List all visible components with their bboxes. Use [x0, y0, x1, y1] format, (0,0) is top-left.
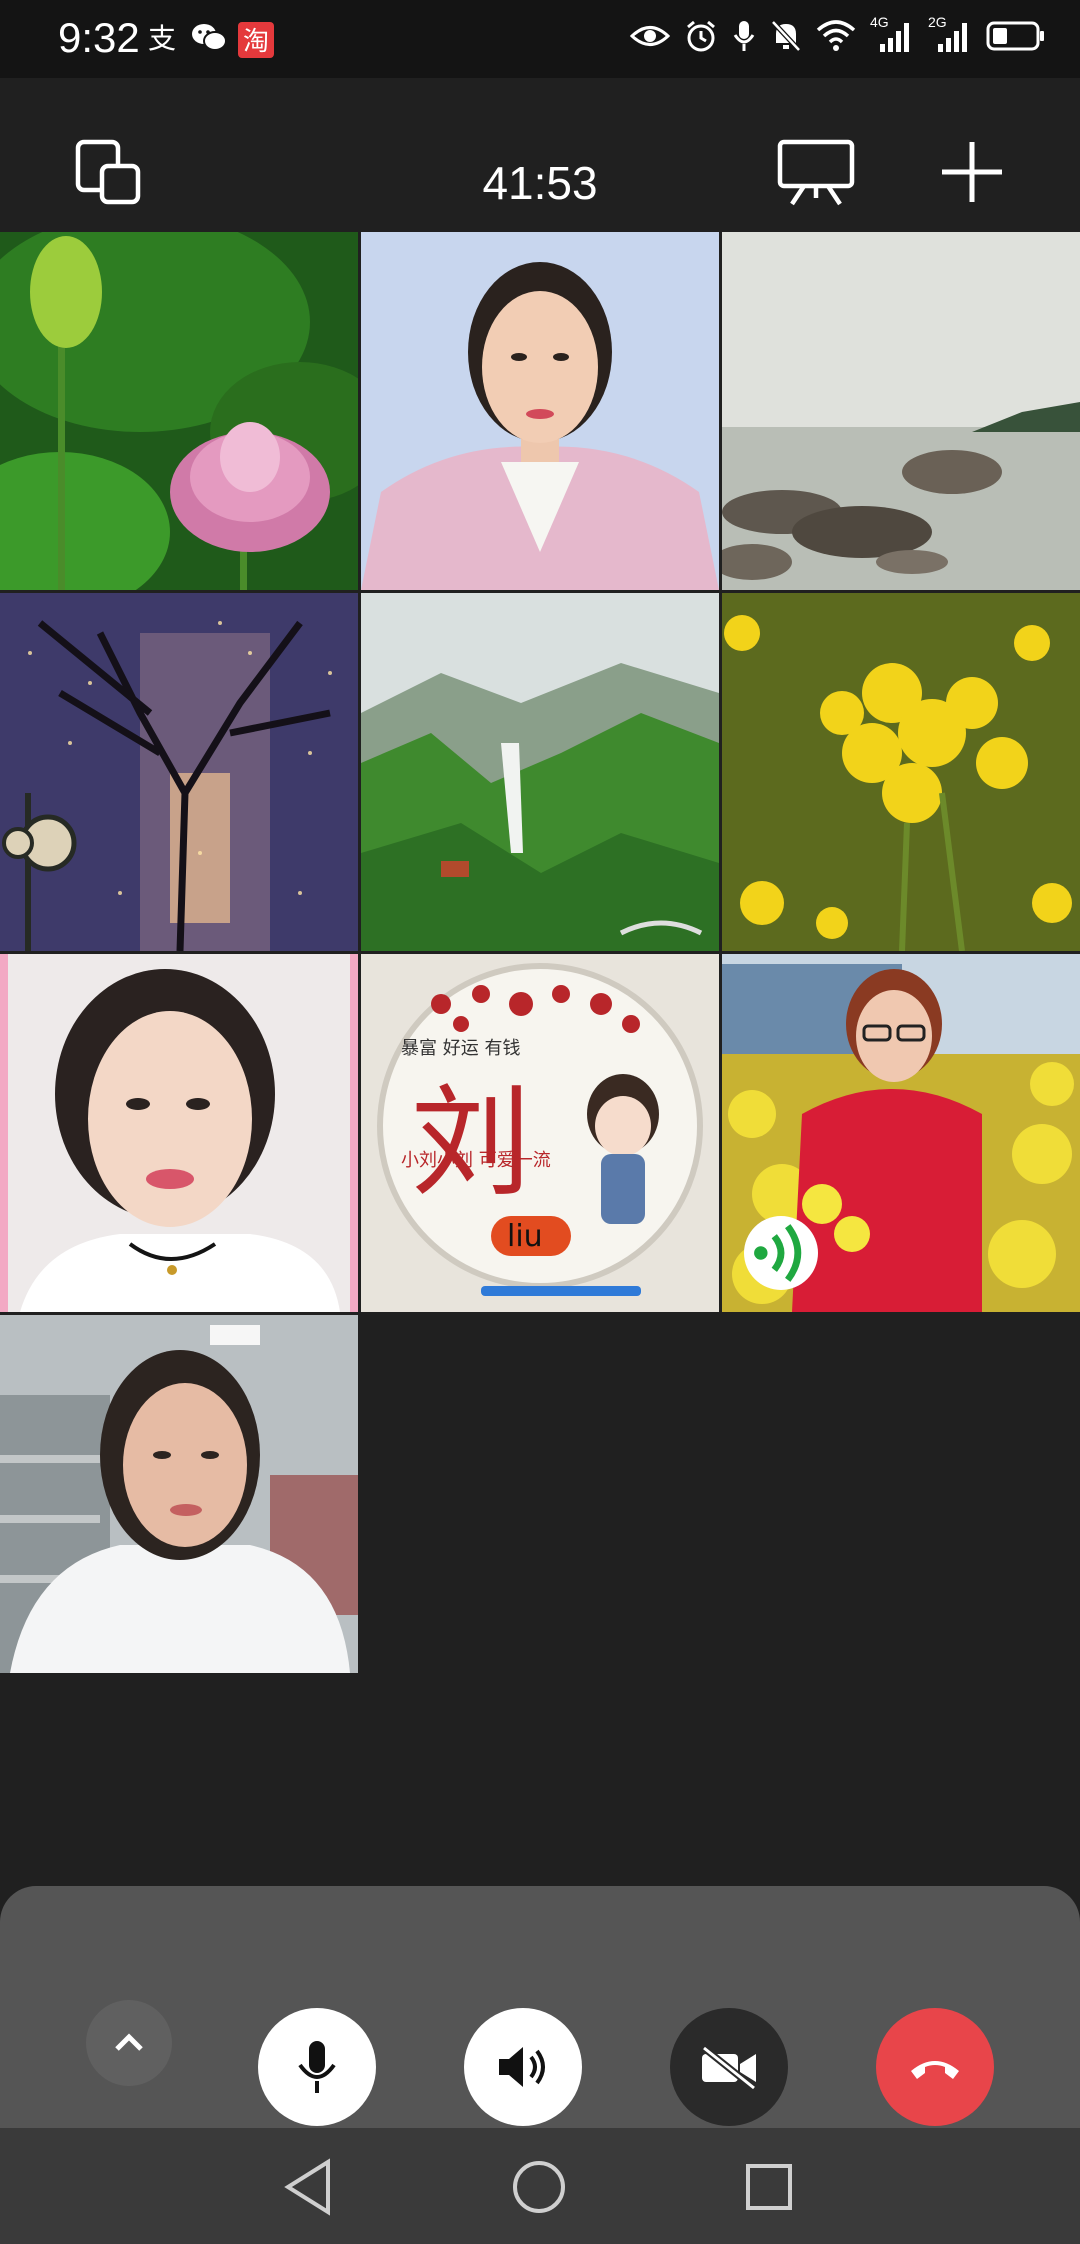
alipay-icon: 支 — [146, 20, 180, 59]
svg-text:支: 支 — [148, 22, 176, 54]
participant-tile[interactable] — [722, 593, 1080, 951]
badge-name: liu — [507, 1219, 543, 1254]
participant-tile[interactable] — [0, 232, 358, 590]
home-icon[interactable] — [508, 2156, 570, 2218]
call-control-panel — [0, 1886, 1080, 2128]
status-bar: 9:32 支 淘 4G 2G — [0, 0, 1080, 78]
back-icon[interactable] — [278, 2156, 340, 2218]
status-right-icons: 4G 2G — [629, 14, 1046, 59]
participant-tile[interactable]: 暴富 好运 有钱 刘 小刘小刘 可爱一流 liu — [361, 954, 719, 1312]
avatar: 暴富 好运 有钱 刘 小刘小刘 可爱一流 liu — [361, 954, 719, 1312]
badge-slogan: 小刘小刘 可爱一流 — [401, 1150, 551, 1171]
participant-tile[interactable] — [361, 593, 719, 951]
speaker-icon — [499, 2047, 545, 2087]
participant-tile[interactable] — [0, 1315, 358, 1673]
avatar — [0, 1315, 358, 1673]
call-timer: 41:53 — [482, 157, 598, 209]
participant-tile[interactable] — [0, 954, 358, 1312]
camera-off-icon — [701, 2045, 757, 2091]
badge-main-char: 刘 — [411, 1074, 531, 1213]
participant-tile[interactable] — [0, 593, 358, 951]
chevron-up-icon — [115, 2033, 143, 2051]
wechat-icon — [190, 20, 228, 59]
speaking-indicator — [744, 1216, 818, 1290]
taobao-icon: 淘 — [238, 21, 274, 58]
status-left-icons: 支 淘 — [146, 20, 274, 59]
network-4g-label: 4G — [870, 14, 889, 30]
sound-wave-icon — [754, 1224, 802, 1282]
signal-4g-icon: 4G — [870, 14, 914, 59]
avatar — [361, 593, 719, 951]
participant-tile[interactable] — [722, 954, 1080, 1312]
camera-toggle-button[interactable] — [670, 2008, 788, 2126]
mic-icon — [732, 19, 756, 58]
screen-share-icon[interactable] — [776, 136, 856, 208]
microphone-icon — [298, 2041, 336, 2093]
avatar — [0, 593, 358, 951]
wifi-icon — [816, 20, 856, 57]
signal-2g-icon: 2G — [928, 14, 972, 59]
avatar — [722, 232, 1080, 590]
speaker-button[interactable] — [464, 2008, 582, 2126]
avatar — [0, 232, 358, 590]
system-nav-bar — [0, 2128, 1080, 2244]
avatar — [722, 593, 1080, 951]
add-participant-icon[interactable] — [936, 136, 1008, 208]
avatar — [361, 232, 719, 590]
alarm-icon — [684, 19, 718, 58]
microphone-button[interactable] — [258, 2008, 376, 2126]
call-toolbar: 41:53 — [0, 78, 1080, 232]
participant-tile[interactable] — [361, 232, 719, 590]
hang-up-button[interactable] — [876, 2008, 994, 2126]
hang-up-icon — [911, 2061, 959, 2079]
expand-controls-button[interactable] — [86, 2000, 172, 2086]
badge-top-text: 暴富 好运 有钱 — [401, 1038, 520, 1059]
recent-apps-icon[interactable] — [738, 2156, 800, 2218]
status-time: 9:32 — [58, 14, 140, 61]
battery-icon — [986, 20, 1046, 57]
mute-bell-icon — [770, 19, 802, 58]
avatar — [0, 954, 358, 1312]
participant-tile[interactable] — [722, 232, 1080, 590]
eye-icon — [629, 21, 671, 56]
network-2g-label: 2G — [928, 14, 947, 30]
